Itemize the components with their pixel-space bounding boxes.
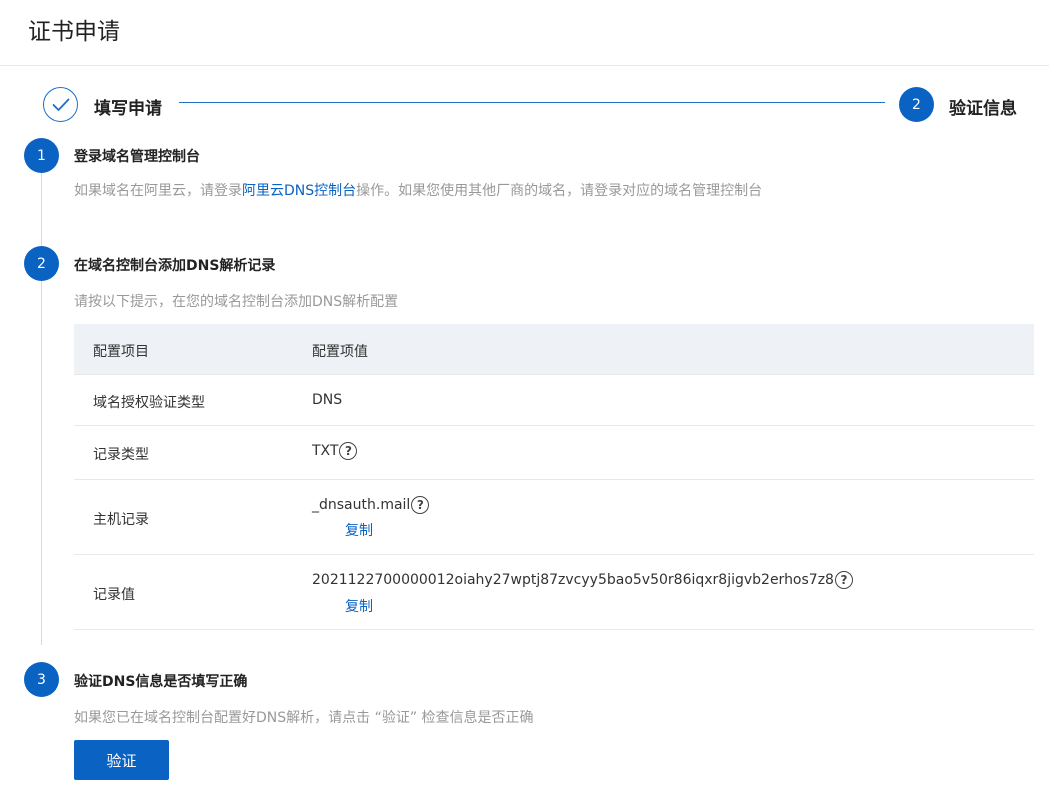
progress-steps: 填写申请 2 验证信息 [0, 86, 1049, 126]
dns-config-table: 配置项目 配置项值 域名授权验证类型 DNS 记录类型 TXT? 主机记录 _d… [74, 324, 1034, 630]
host-record-value: _dnsauth.mail [312, 497, 411, 513]
table-row: 记录类型 TXT? [74, 426, 1034, 480]
verify-type-value: DNS [312, 392, 343, 408]
section-3-description: 如果您已在域名控制台配置好DNS解析，请点击 “验证” 检查信息是否正确 [74, 710, 534, 726]
section-3-title: 验证DNS信息是否填写正确 [74, 674, 248, 690]
check-icon [52, 98, 69, 111]
section-1-desc-after: 操作。如果您使用其他厂商的域名，请登录对应的域名管理控制台 [356, 183, 763, 199]
row-key: 主机记录 [93, 512, 149, 528]
section-2-title: 在域名控制台添加DNS解析记录 [74, 258, 276, 274]
record-value-text: 2021122700000012oiahy27wptj87zvcyy5bao5v… [312, 572, 834, 588]
header-config-value: 配置项值 [312, 344, 368, 360]
table-row: 记录值 2021122700000012oiahy27wptj87zvcyy5b… [74, 555, 1034, 630]
table-row: 域名授权验证类型 DNS [74, 375, 1034, 426]
table-header-row: 配置项目 配置项值 [74, 324, 1034, 375]
section-1-number: 1 [24, 138, 59, 173]
page-title: 证书申请 [28, 19, 120, 45]
help-icon[interactable]: ? [411, 496, 430, 514]
aliyun-dns-console-link[interactable]: 阿里云DNS控制台 [242, 183, 356, 199]
verify-button[interactable]: 验证 [74, 740, 169, 780]
header-config-item: 配置项目 [93, 344, 149, 360]
copy-record-value-button[interactable]: 复制 [345, 596, 373, 616]
step-1-label: 填写申请 [94, 99, 162, 119]
row-value: TXT? [312, 442, 358, 460]
page-header: 证书申请 [0, 0, 1049, 66]
record-type-value: TXT [312, 443, 339, 459]
section-1-description: 如果域名在阿里云，请登录阿里云DNS控制台操作。如果您使用其他厂商的域名，请登录… [74, 180, 762, 200]
step-2-label: 验证信息 [949, 99, 1017, 119]
section-3-number: 3 [24, 662, 59, 697]
copy-host-record-button[interactable]: 复制 [345, 520, 373, 540]
step-2-number: 2 [899, 87, 934, 122]
timeline-line [41, 168, 42, 645]
step-connector [179, 102, 885, 103]
row-key: 域名授权验证类型 [93, 395, 205, 411]
row-value: DNS [312, 392, 342, 408]
section-1-desc-before: 如果域名在阿里云，请登录 [74, 183, 242, 199]
table-row: 主机记录 _dnsauth.mail? 复制 [74, 480, 1034, 555]
section-2-description: 请按以下提示，在您的域名控制台添加DNS解析配置 [74, 294, 399, 310]
help-icon[interactable]: ? [339, 442, 358, 460]
row-key: 记录值 [93, 587, 135, 603]
step-1-done-indicator [43, 87, 78, 122]
row-key: 记录类型 [93, 447, 149, 463]
section-2-number: 2 [24, 246, 59, 281]
help-icon[interactable]: ? [834, 571, 853, 589]
row-value: _dnsauth.mail? [312, 496, 430, 514]
section-1-title: 登录域名管理控制台 [74, 149, 200, 165]
row-value: 2021122700000012oiahy27wptj87zvcyy5bao5v… [312, 571, 853, 589]
